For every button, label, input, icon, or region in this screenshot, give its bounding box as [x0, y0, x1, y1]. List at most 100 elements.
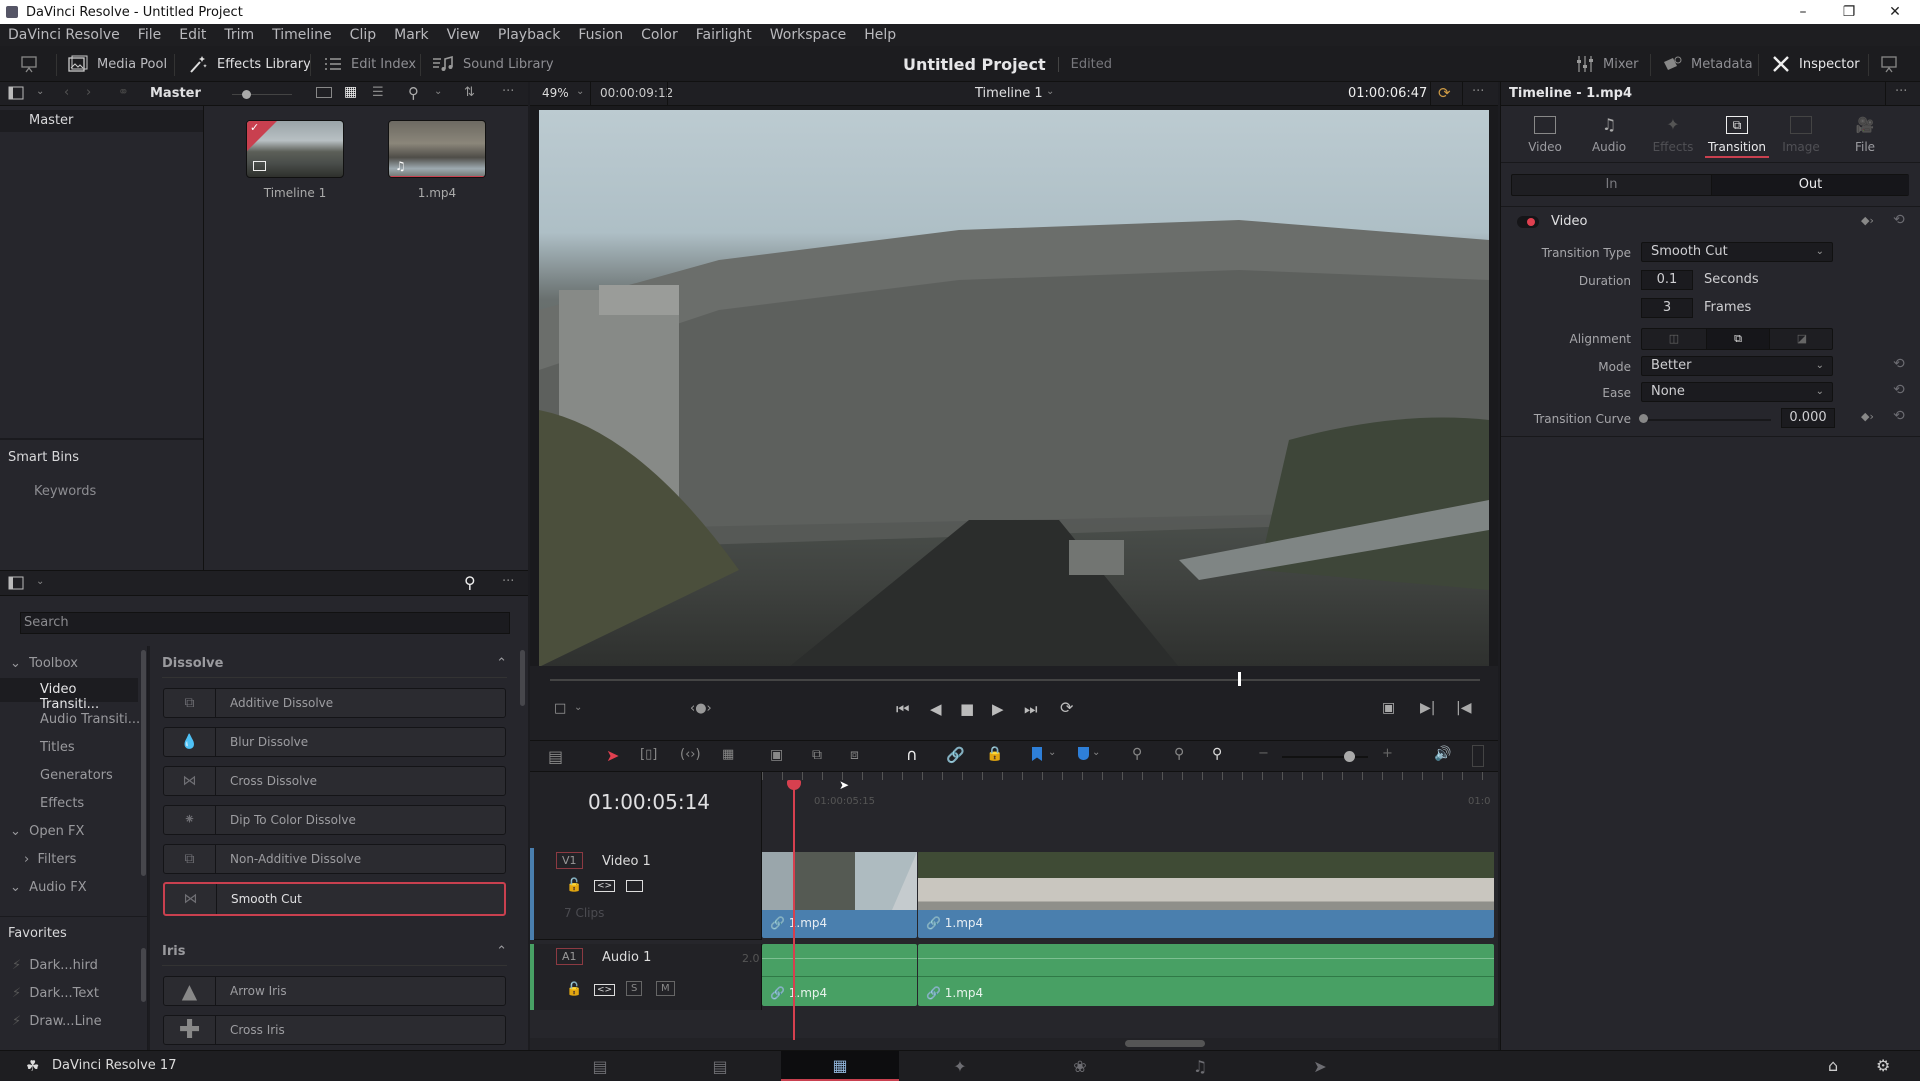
- edit-index-button[interactable]: Edit Index: [324, 46, 416, 82]
- menu-davinci-resolve[interactable]: DaVinci Resolve: [8, 27, 120, 43]
- page-fairlight[interactable]: ♫: [1141, 1051, 1259, 1081]
- chevron-down-icon[interactable]: ⌄: [574, 702, 582, 713]
- timeline-view-options-icon[interactable]: ▤: [548, 747, 563, 766]
- chevron-down-icon[interactable]: ⌄: [36, 576, 44, 587]
- effect-cross-dissolve[interactable]: ⋈ Cross Dissolve: [163, 766, 506, 796]
- flag-icon[interactable]: [1032, 747, 1042, 761]
- sidebar-toggle-icon[interactable]: [8, 576, 24, 590]
- tree-item-titles[interactable]: Titles: [40, 740, 75, 755]
- tree-item-video-transitions[interactable]: Video Transiti...: [0, 678, 138, 712]
- menu-color[interactable]: Color: [641, 27, 678, 43]
- fullscreen-viewer-button[interactable]: [1880, 46, 1898, 82]
- search-icon[interactable]: ⚲: [408, 84, 419, 102]
- playhead[interactable]: [793, 780, 795, 1040]
- clip-thumbnail-1mp4[interactable]: ♫: [388, 120, 486, 178]
- play-icon[interactable]: ▶: [992, 700, 1004, 718]
- inspector-button[interactable]: Inspector: [1772, 46, 1860, 82]
- match-frame-icon[interactable]: ▣: [1382, 700, 1395, 716]
- close-button[interactable]: ✕: [1872, 0, 1918, 24]
- lock-icon[interactable]: 🔓: [566, 982, 582, 997]
- zoom-in-icon[interactable]: +: [1382, 746, 1393, 761]
- align-start-on-edit-button[interactable]: ◪: [1770, 329, 1834, 349]
- track-id-a1[interactable]: A1: [556, 948, 583, 965]
- ease-dropdown[interactable]: None ⌄: [1641, 382, 1833, 402]
- video-clip[interactable]: 🔗 1.mp4: [762, 852, 917, 938]
- timeline-selector[interactable]: Timeline 1: [975, 86, 1043, 101]
- video-section-toggle[interactable]: [1517, 216, 1539, 228]
- reset-icon[interactable]: ⟲: [1893, 382, 1905, 398]
- list-view-icon[interactable]: ☰: [372, 85, 384, 100]
- chevron-down-icon[interactable]: ⌄: [1048, 747, 1056, 758]
- tab-transition[interactable]: ⧉ Transition: [1705, 116, 1769, 158]
- chevron-down-icon[interactable]: ⌄: [576, 86, 584, 97]
- align-end-on-edit-button[interactable]: ◫: [1642, 329, 1706, 349]
- favorite-item[interactable]: ⚡ Draw...Line: [12, 1014, 102, 1029]
- tree-item-effects[interactable]: Effects: [40, 796, 84, 811]
- favorite-item[interactable]: ⚡ Dark...Text: [12, 986, 99, 1001]
- trim-tool-icon[interactable]: [▯]: [640, 747, 657, 762]
- linked-selection-icon[interactable]: 🔗: [946, 746, 965, 764]
- tab-image[interactable]: Image: [1769, 116, 1833, 154]
- loop-icon[interactable]: ⟳: [1060, 698, 1073, 717]
- selection-tool-icon[interactable]: ➤: [606, 746, 619, 765]
- filmstrip-view-icon[interactable]: [316, 87, 332, 98]
- back-icon[interactable]: ‹: [64, 85, 69, 100]
- tab-audio[interactable]: ♫ Audio: [1577, 116, 1641, 155]
- scrubber-handle[interactable]: [1238, 672, 1242, 686]
- page-deliver[interactable]: ➤: [1261, 1051, 1379, 1081]
- audio-meter-toggle[interactable]: [1472, 745, 1484, 767]
- video-frame[interactable]: [539, 110, 1489, 667]
- zoom-out-icon[interactable]: −: [1258, 746, 1269, 761]
- bypass-grades-icon[interactable]: ⟳: [1438, 84, 1451, 102]
- keyframe-icon[interactable]: ◆›: [1861, 410, 1874, 423]
- audio-clip[interactable]: 🔗 1.mp4: [918, 944, 1494, 1006]
- timeline-ruler[interactable]: 01:00:05:15 01:0 ➤: [762, 772, 1498, 848]
- dynamic-trim-icon[interactable]: (‹›): [680, 747, 701, 762]
- menu-clip[interactable]: Clip: [350, 27, 376, 43]
- menu-fairlight[interactable]: Fairlight: [696, 27, 752, 43]
- auto-select-icon[interactable]: <>: [594, 880, 616, 892]
- track-visibility-icon[interactable]: [626, 880, 643, 892]
- slider-handle[interactable]: [1639, 414, 1648, 423]
- replace-clip-icon[interactable]: ⧈: [850, 747, 859, 763]
- workspace-layout-button[interactable]: [20, 46, 38, 82]
- play-reverse-icon[interactable]: ◀: [930, 700, 942, 718]
- bin-item-master[interactable]: Master: [0, 110, 203, 132]
- reset-icon[interactable]: ⟲: [1893, 212, 1905, 228]
- link-icon[interactable]: ⚭: [118, 85, 129, 100]
- transition-curve-slider[interactable]: [1643, 419, 1771, 421]
- thumbnail-size-slider[interactable]: [232, 94, 292, 95]
- effects-scrollbar[interactable]: [520, 650, 525, 706]
- effect-additive-dissolve[interactable]: ⧉ Additive Dissolve: [163, 688, 506, 718]
- transition-curve-value[interactable]: 0.000: [1781, 408, 1835, 428]
- sort-icon[interactable]: ⇅: [464, 85, 475, 100]
- collapse-icon[interactable]: ⌃: [496, 656, 507, 671]
- zoom-slider-handle[interactable]: [1343, 751, 1355, 762]
- out-button[interactable]: Out: [1711, 175, 1909, 195]
- zoom-custom-icon[interactable]: ⚲: [1212, 746, 1222, 762]
- effects-library-button[interactable]: Effects Library: [188, 46, 311, 82]
- blade-tool-icon[interactable]: ▦: [722, 747, 734, 762]
- more-options-icon[interactable]: ···: [1895, 84, 1907, 99]
- go-to-start-icon[interactable]: ⏮: [896, 700, 910, 718]
- position-lock-icon[interactable]: 🔒: [986, 746, 1003, 762]
- timeline-zoom-slider[interactable]: [1282, 756, 1368, 758]
- mute-button[interactable]: M: [656, 981, 675, 996]
- effect-dip-to-color-dissolve[interactable]: ⁕ Dip To Color Dissolve: [163, 805, 506, 835]
- scrubber-track[interactable]: [550, 679, 1480, 681]
- tree-item-audio-fx[interactable]: ⌄ Audio FX: [10, 880, 87, 895]
- zoom-detail-icon[interactable]: ⚲: [1174, 746, 1184, 762]
- volume-icon[interactable]: 🔊: [1434, 746, 1451, 762]
- chevron-down-icon[interactable]: ⌄: [1046, 86, 1054, 97]
- more-options-icon[interactable]: ···: [1472, 84, 1484, 99]
- menu-timeline[interactable]: Timeline: [272, 27, 332, 43]
- snapping-icon[interactable]: ∩: [906, 745, 918, 764]
- metadata-button[interactable]: Metadata: [1662, 46, 1753, 82]
- auto-select-icon[interactable]: <>: [594, 984, 616, 996]
- sidebar-toggle-icon[interactable]: [8, 86, 24, 100]
- effects-search-input[interactable]: Search: [20, 612, 510, 634]
- page-edit[interactable]: ▦: [781, 1051, 899, 1081]
- menu-fusion[interactable]: Fusion: [578, 27, 623, 43]
- category-dissolve[interactable]: Dissolve ⌃: [162, 656, 507, 678]
- tree-item-filters[interactable]: › Filters: [24, 852, 76, 867]
